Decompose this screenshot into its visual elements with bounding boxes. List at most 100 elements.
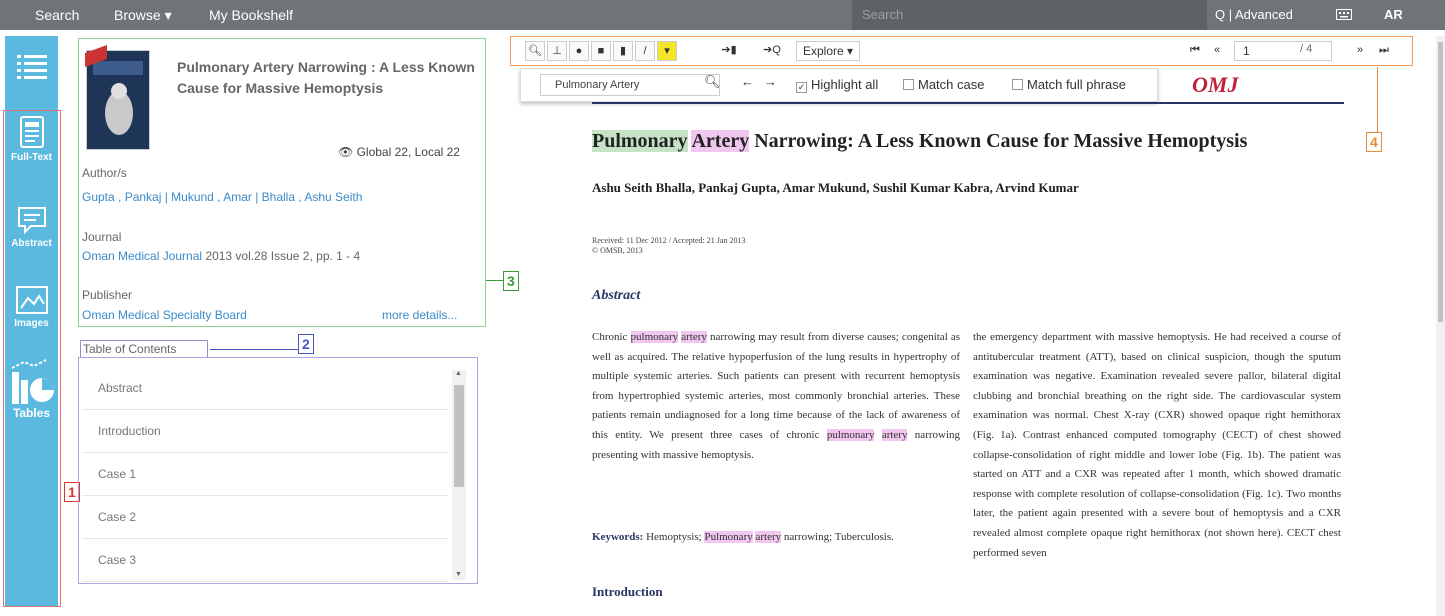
toc-item-introduction[interactable]: Introduction	[82, 410, 448, 453]
page-total: / 4	[1300, 43, 1313, 55]
document-authors: Ashu Seith Bhalla, Pankaj Gupta, Amar Mu…	[592, 180, 1079, 195]
match-phrase-checkbox[interactable]: Match full phrase	[1012, 77, 1126, 92]
toc-item-abstract[interactable]: Abstract	[82, 367, 448, 410]
highlight-all-checkbox[interactable]: ✓ Highlight all	[796, 77, 878, 93]
last-page-button[interactable]: ⏭	[1374, 41, 1394, 61]
global-search-input[interactable]: Search	[852, 0, 1207, 30]
pen-icon: /	[643, 45, 647, 57]
copyright: © OMSB, 2013	[592, 246, 643, 255]
highlight-match: pulmonary	[826, 428, 875, 441]
header-rule	[592, 102, 1344, 104]
callout-4: 4	[1366, 132, 1382, 152]
advanced-search-link[interactable]: Q | Advanced	[1215, 0, 1293, 30]
view-count: 👁 Global 22, Local 22	[338, 145, 460, 159]
match-case-checkbox[interactable]: Match case	[903, 77, 984, 92]
toc-item-case-2[interactable]: Case 2	[82, 496, 448, 539]
document-scroll-thumb[interactable]	[1438, 42, 1443, 322]
journal-logo: OMJ	[1192, 72, 1239, 97]
toc-item-case-3[interactable]: Case 3	[82, 539, 448, 582]
note-icon: ■	[597, 45, 605, 57]
toc-item-case-1[interactable]: Case 1	[82, 453, 448, 496]
caret-down-icon: ▾	[164, 7, 172, 23]
toc-scroll-thumb[interactable]	[454, 385, 464, 487]
text-run: Chronic	[592, 331, 631, 343]
nav-search-link[interactable]: Search	[35, 0, 79, 30]
page-number-input[interactable]: 1	[1234, 41, 1332, 61]
stamp-tool-button[interactable]: ⊥	[547, 41, 567, 61]
abstract-column-1: Chronic pulmonary artery narrowing may r…	[592, 328, 960, 465]
more-details-link[interactable]: more details...	[382, 308, 457, 322]
document-title: Pulmonary Artery Narrowing: A Less Known…	[592, 130, 1247, 153]
nav-browse-label: Browse	[114, 7, 161, 23]
find-next-button[interactable]: →	[764, 74, 777, 89]
callout-2-line	[210, 349, 298, 350]
goto-search-button[interactable]: ➔Q	[757, 41, 787, 61]
arrow-bookmark-icon: ➔▮	[721, 44, 737, 56]
goto-bookmark-button[interactable]: ➔▮	[719, 41, 739, 61]
nav-bookshelf-link[interactable]: My Bookshelf	[209, 0, 293, 30]
authors-links[interactable]: Gupta , Pankaj | Mukund , Amar | Bhalla …	[82, 190, 362, 204]
list-icon	[16, 55, 47, 79]
highlight-match: artery	[881, 428, 908, 441]
journal-issue: 2013 vol.28 Issue 2, pp. 1 - 4	[205, 249, 361, 263]
publisher-label: Publisher	[82, 288, 133, 302]
comment-tool-button[interactable]: ●	[569, 41, 589, 61]
journal-value: Oman Medical Journal 2013 vol.28 Issue 2…	[82, 249, 360, 263]
top-navigation-bar: Search Browse ▾ My Bookshelf Search Q | …	[0, 0, 1445, 30]
journal-link[interactable]: Oman Medical Journal	[82, 249, 202, 263]
find-prev-button[interactable]: ←	[741, 74, 754, 89]
match-case-label: Match case	[918, 77, 985, 92]
callout-4-line	[1377, 67, 1378, 133]
checkbox-checked-icon: ✓	[796, 82, 807, 93]
pen-tool-button[interactable]: /	[635, 41, 655, 61]
language-toggle[interactable]: AR	[1384, 0, 1403, 30]
checkbox-icon	[903, 79, 914, 90]
stamp-icon: ⊥	[552, 45, 562, 57]
eye-icon: 👁	[338, 145, 354, 159]
abstract-heading: Abstract	[592, 288, 641, 303]
keywords-label: Keywords:	[592, 531, 644, 543]
highlight-match: pulmonary	[630, 331, 679, 343]
journal-label: Journal	[82, 230, 122, 244]
highlight-match: Artery	[691, 130, 750, 152]
publisher-link[interactable]: Oman Medical Specialty Board	[82, 308, 247, 322]
bookmark-icon: ▮	[619, 45, 627, 57]
find-input[interactable]: Pulmonary Artery	[540, 74, 720, 96]
bookmark-tool-button[interactable]: ▮	[613, 41, 633, 61]
highlight-color-button[interactable]: ▾	[657, 41, 677, 61]
scroll-down-icon[interactable]: ▼	[455, 571, 462, 578]
last-page-icon: ⏭	[1379, 44, 1389, 56]
note-tool-button[interactable]: ■	[591, 41, 611, 61]
received-date: Received: 11 Dec 2012 / Accepted: 21 Jan…	[592, 236, 746, 245]
keyboard-icon[interactable]	[1336, 0, 1352, 30]
find-search-icon[interactable]: 🔍︎	[704, 74, 721, 90]
next-page-button[interactable]: »	[1350, 41, 1370, 61]
arrow-search-icon: ➔Q	[763, 44, 781, 56]
sidebar-highlight-frame	[3, 110, 61, 607]
callout-3: 3	[503, 271, 519, 291]
text-run: narrowing; Tuberculosis.	[781, 531, 894, 543]
view-count-text: Global 22, Local 22	[356, 145, 460, 159]
title-rest: Narrowing: A Less Known Cause for Massiv…	[749, 130, 1248, 152]
first-page-icon: ⏮	[1190, 44, 1200, 56]
sidebar-item-menu[interactable]	[5, 54, 58, 80]
rewind-icon: «	[1213, 44, 1221, 56]
checkbox-icon	[1012, 79, 1023, 90]
magnifier-icon: 🔍︎	[528, 45, 542, 57]
match-phrase-label: Match full phrase	[1027, 77, 1126, 92]
first-page-button[interactable]: ⏮	[1185, 41, 1205, 61]
introduction-heading: Introduction	[592, 584, 663, 599]
comment-icon: ●	[575, 45, 583, 57]
highlight-match: artery	[755, 531, 782, 543]
callout-2: 2	[298, 334, 314, 354]
prev-page-button[interactable]: «	[1207, 41, 1227, 61]
explore-dropdown[interactable]: Explore ▾	[796, 41, 860, 61]
abstract-column-2: the emergency department with massive he…	[973, 331, 1341, 559]
authors-label: Author/s	[82, 166, 127, 180]
scroll-up-icon[interactable]: ▲	[455, 370, 462, 377]
keywords: Keywords: Hemoptysis; Pulmonary artery n…	[592, 528, 960, 548]
nav-browse-menu[interactable]: Browse ▾	[114, 0, 172, 30]
journal-cover-image	[85, 44, 150, 150]
callout-3-line	[486, 280, 503, 281]
search-tool-button[interactable]: 🔍︎	[525, 41, 545, 61]
